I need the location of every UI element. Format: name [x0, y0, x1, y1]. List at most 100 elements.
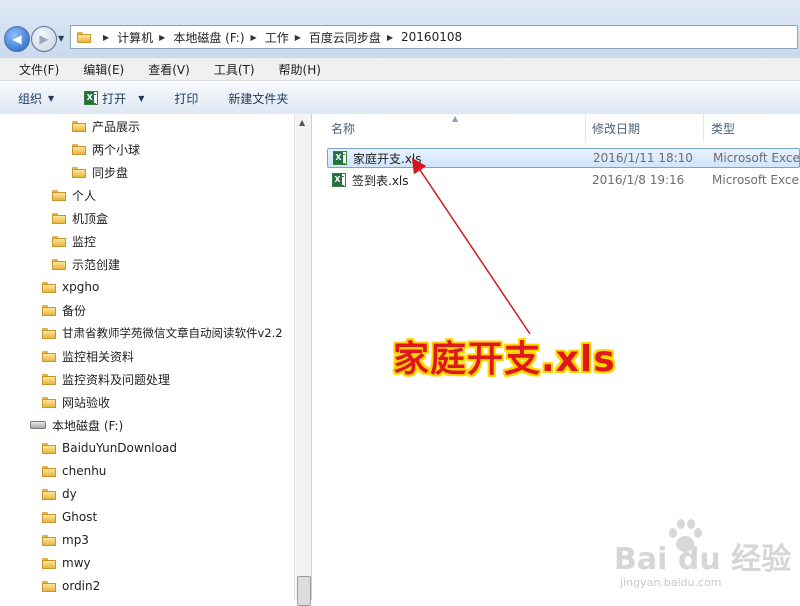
scroll-up-icon[interactable]: ▲: [299, 118, 305, 127]
forward-button[interactable]: ▶: [31, 26, 57, 52]
folder-icon: [42, 396, 56, 408]
folder-icon: [42, 465, 56, 477]
tree-item-label: mp3: [62, 533, 89, 547]
chevron-down-icon[interactable]: ▼: [138, 94, 144, 103]
folder-icon: [52, 189, 66, 201]
organize-label: 组织: [18, 91, 43, 106]
tree-item-label: 两个小球: [92, 142, 141, 157]
file-row[interactable]: 签到表.xls 2016/1/8 19:16 Microsoft Excel: [327, 170, 800, 190]
menu-bar: 文件(F) 编辑(E) 查看(V) 工具(T) 帮助(H): [0, 58, 800, 81]
folder-icon: [42, 534, 56, 546]
tree-item[interactable]: mwy: [42, 553, 91, 573]
watermark-brand: Bai du 经验: [614, 542, 792, 577]
folder-icon: [42, 580, 56, 592]
tree-item[interactable]: xpgho: [42, 277, 99, 297]
tree-item-label: xpgho: [62, 280, 100, 294]
tree-item-label: 示范创建: [72, 257, 121, 272]
column-header-modified[interactable]: 修改日期: [592, 114, 702, 142]
tree-item-drive[interactable]: 本地磁盘 (F:): [30, 415, 123, 435]
column-divider[interactable]: [585, 114, 586, 142]
breadcrumb-item[interactable]: 工作: [265, 29, 289, 46]
tree-item-label: 监控资料及问题处理: [62, 372, 171, 387]
menu-file[interactable]: 文件(F): [13, 61, 65, 78]
tree-item[interactable]: 个人: [52, 185, 96, 205]
print-button[interactable]: 打印: [174, 90, 198, 107]
tree-item-label: BaiduYunDownload: [62, 441, 177, 455]
file-row[interactable]: 家庭开支.xls 2016/1/11 18:10 Microsoft Excel: [327, 148, 800, 168]
column-divider[interactable]: [703, 114, 704, 142]
excel-icon: [84, 91, 99, 105]
tree-item-label: 本地磁盘 (F:): [52, 418, 124, 433]
tree-item-label: chenhu: [62, 464, 107, 478]
excel-icon: [333, 151, 347, 165]
file-name: 签到表.xls: [352, 173, 409, 188]
tree-item[interactable]: 监控资料及问题处理: [42, 369, 170, 389]
annotation-label: 家庭开支.xls: [393, 339, 616, 380]
print-label: 打印: [174, 91, 199, 106]
new-folder-button[interactable]: 新建文件夹: [228, 90, 288, 107]
folder-icon: [42, 327, 56, 339]
tree-item[interactable]: ordin2: [42, 576, 100, 596]
breadcrumb-item[interactable]: 计算机: [117, 29, 153, 46]
tree-item-label: Ghost: [62, 510, 98, 524]
organize-button[interactable]: 组织 ▼: [18, 90, 54, 107]
tree-item-label: dy: [62, 487, 77, 501]
tree-item[interactable]: 监控: [52, 231, 96, 251]
breadcrumb-item[interactable]: 本地磁盘 (F:): [173, 29, 244, 46]
breadcrumb-separator-icon[interactable]: ▶: [251, 33, 257, 42]
tree-item-label: 产品展示: [92, 119, 141, 134]
tree-item-label: 个人: [72, 188, 97, 203]
tree-item[interactable]: chenhu: [42, 461, 106, 481]
tree-item[interactable]: dy: [42, 484, 77, 504]
breadcrumb-separator-icon[interactable]: ▶: [295, 33, 301, 42]
breadcrumb-separator-icon[interactable]: ▶: [103, 33, 109, 42]
folder-icon: [42, 304, 56, 316]
folder-icon: [72, 143, 86, 155]
breadcrumb-separator-icon[interactable]: ▶: [159, 33, 165, 42]
open-button[interactable]: 打开 ▼: [84, 90, 144, 107]
breadcrumb-item[interactable]: 百度云同步盘: [309, 29, 381, 46]
file-type: Microsoft Excel: [712, 173, 800, 187]
column-header-name-label: 名称: [331, 121, 356, 136]
drive-icon: [30, 421, 46, 429]
folder-icon: [52, 235, 66, 247]
tree-item-label: ordin2: [62, 579, 101, 593]
folder-icon: [42, 373, 56, 385]
tree-item-label: 监控: [72, 234, 97, 249]
menu-edit[interactable]: 编辑(E): [77, 61, 130, 78]
sort-ascending-icon: ▲: [452, 114, 459, 123]
watermark-url: jingyan.baidu.com: [620, 576, 722, 589]
watermark: Bai du 经验 jingyan.baidu.com: [614, 516, 800, 600]
breadcrumb-separator-icon[interactable]: ▶: [387, 33, 393, 42]
menu-tools[interactable]: 工具(T): [208, 61, 261, 78]
file-type: Microsoft Excel: [713, 151, 800, 165]
tree-item[interactable]: 示范创建: [52, 254, 120, 274]
navigation-scrollbar[interactable]: ▲: [294, 114, 312, 606]
history-dropdown-icon[interactable]: ▼: [58, 34, 64, 43]
folder-icon: [77, 31, 91, 43]
tree-item[interactable]: 监控相关资料: [42, 346, 134, 366]
tree-item[interactable]: 甘肃省教师学苑微信文章自动阅读软件v2.2: [42, 323, 283, 343]
tree-item[interactable]: mp3: [42, 530, 89, 550]
tree-item[interactable]: 同步盘: [72, 162, 128, 182]
folder-icon: [72, 120, 86, 132]
tree-item[interactable]: 产品展示: [72, 116, 140, 136]
file-modified: 2016/1/8 19:16: [592, 173, 685, 187]
tree-item[interactable]: 备份: [42, 300, 86, 320]
tree-item-label: mwy: [62, 556, 91, 570]
menu-view[interactable]: 查看(V): [142, 61, 196, 78]
back-button[interactable]: ◀: [4, 26, 30, 52]
column-header-type[interactable]: 类型: [711, 114, 800, 142]
tree-item[interactable]: 机顶盒: [52, 208, 108, 228]
tree-item[interactable]: 网站验收: [42, 392, 110, 412]
address-box[interactable]: ▶ 计算机 ▶ 本地磁盘 (F:) ▶ 工作 ▶ 百度云同步盘 ▶ 201601…: [70, 25, 798, 49]
tree-item[interactable]: Ghost: [42, 507, 97, 527]
menu-help[interactable]: 帮助(H): [273, 61, 327, 78]
tree-item[interactable]: BaiduYunDownload: [42, 438, 177, 458]
breadcrumb-item[interactable]: 20160108: [401, 30, 462, 44]
folder-icon: [42, 488, 56, 500]
folder-icon: [42, 281, 56, 293]
tree-item[interactable]: 两个小球: [72, 139, 140, 159]
scrollbar-thumb[interactable]: [297, 576, 311, 606]
arrow-right-icon: ▶: [39, 32, 49, 46]
